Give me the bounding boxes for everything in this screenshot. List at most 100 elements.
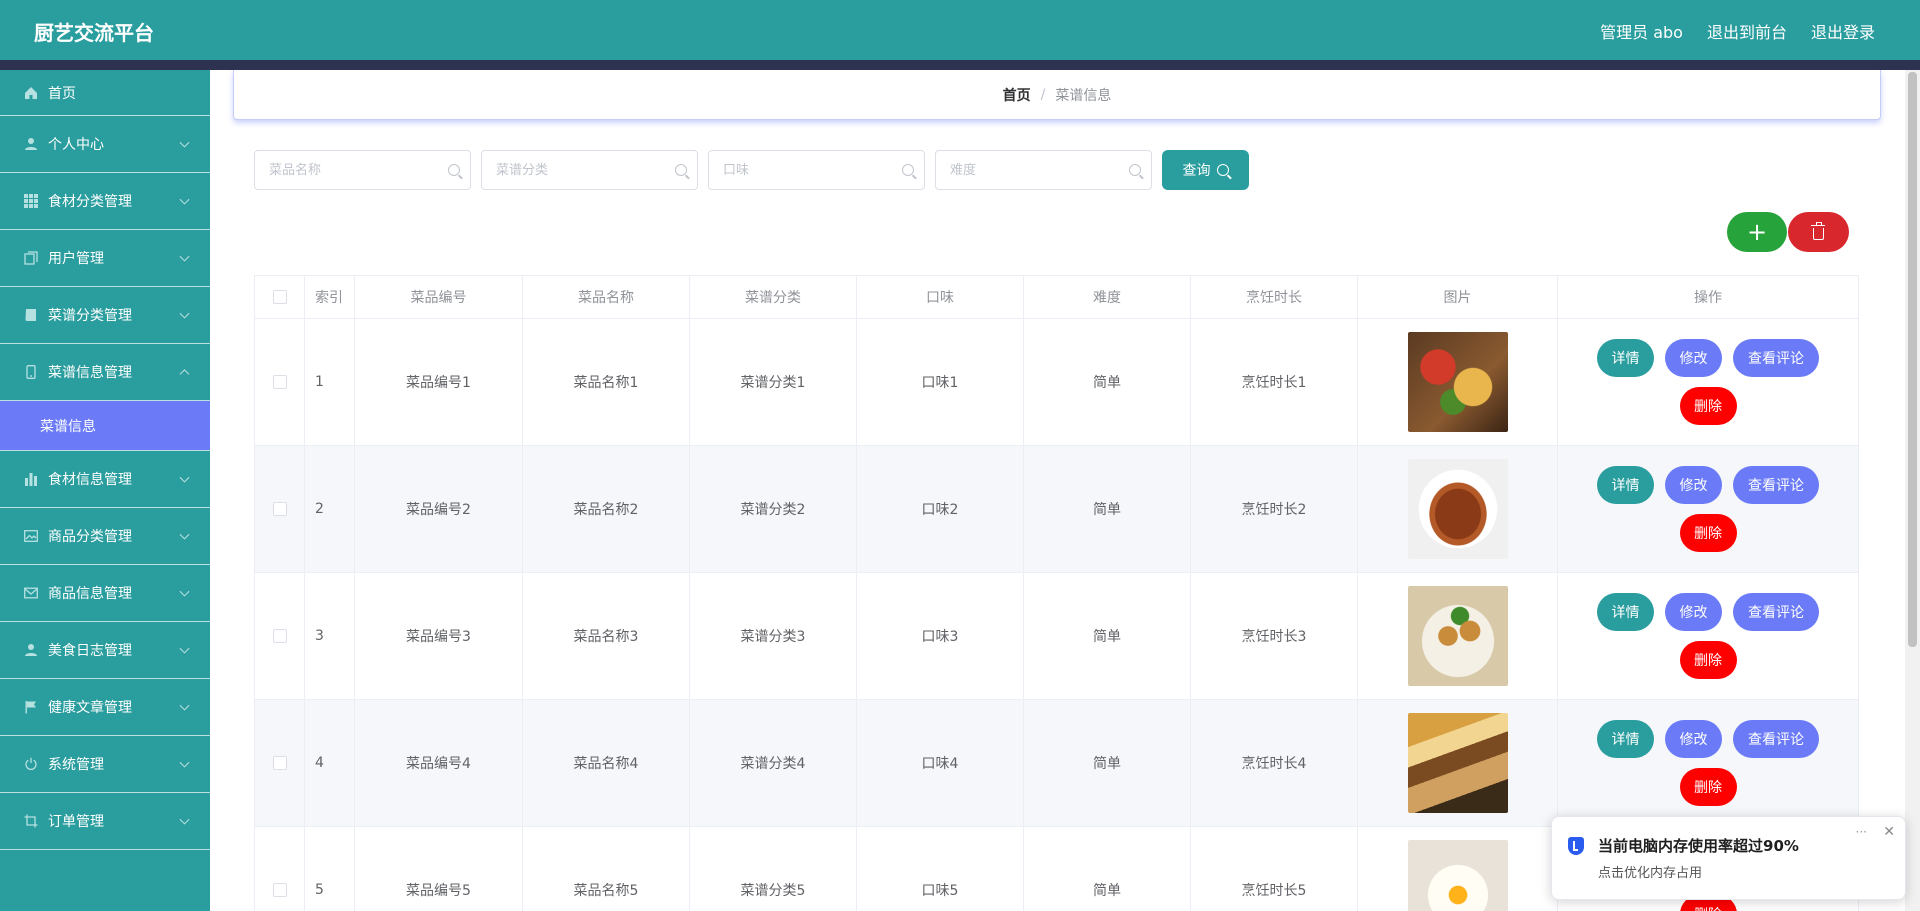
column-header: 菜品编号 <box>354 275 523 319</box>
sidebar-item-label: 菜谱信息管理 <box>48 365 132 381</box>
memory-notification[interactable]: 当前电脑内存使用率超过90% 点击优化内存占用 ··· ✕ <box>1551 816 1906 900</box>
chevron-down-icon <box>179 757 190 768</box>
sidebar-item-product-category[interactable]: 商品分类管理 <box>0 508 210 565</box>
name-cell: 菜品名称3 <box>522 572 690 700</box>
difficulty-search[interactable] <box>935 150 1152 190</box>
row-checkbox[interactable] <box>272 502 287 516</box>
recipe-category-input[interactable] <box>482 151 697 189</box>
view-comments-button[interactable]: 查看评论 <box>1733 339 1819 377</box>
edit-button[interactable]: 修改 <box>1665 466 1722 504</box>
breadcrumb-home[interactable]: 首页 <box>1003 85 1031 105</box>
chevron-down-icon <box>179 137 190 148</box>
difficulty-input[interactable] <box>936 151 1151 189</box>
edit-button[interactable]: 修改 <box>1665 593 1722 631</box>
sidebar-item-label: 商品信息管理 <box>48 586 132 602</box>
table-row: 3 菜品编号3 菜品名称3 菜谱分类3 口味3 简单 烹饪时长3 详情 修改 查… <box>254 572 1859 700</box>
name-cell: 菜品名称1 <box>522 318 690 446</box>
batch-delete-button[interactable] <box>1788 212 1849 252</box>
image-cell <box>1357 699 1558 827</box>
logout-link[interactable]: 退出登录 <box>1811 19 1875 43</box>
view-comments-button[interactable]: 查看评论 <box>1733 593 1819 631</box>
view-comments-button[interactable]: 查看评论 <box>1733 720 1819 758</box>
index-cell: 4 <box>304 699 355 827</box>
image-cell <box>1357 826 1558 911</box>
row-select-cell <box>254 826 305 911</box>
dish-image[interactable] <box>1407 459 1508 559</box>
current-user: 管理员 abo <box>1600 23 1683 42</box>
edit-button[interactable]: 修改 <box>1665 339 1722 377</box>
sidebar-item-food-log[interactable]: 美食日志管理 <box>0 622 210 679</box>
image-cell <box>1357 572 1558 700</box>
add-button[interactable]: + <box>1727 212 1787 252</box>
dish-image[interactable] <box>1407 586 1508 686</box>
sidebar-item-ingredient-category[interactable]: 食材分类管理 <box>0 173 210 230</box>
search-icon <box>675 164 687 176</box>
detail-button[interactable]: 详情 <box>1597 593 1654 631</box>
sidebar-item-recipe-info-management[interactable]: 菜谱信息管理 <box>0 344 210 401</box>
detail-button[interactable]: 详情 <box>1597 339 1654 377</box>
index-cell: 2 <box>304 445 355 573</box>
delete-button[interactable]: 删除 <box>1679 514 1737 552</box>
name-cell: 菜品名称4 <box>522 699 690 827</box>
sidebar-item-recipe-category[interactable]: 菜谱分类管理 <box>0 287 210 344</box>
actions-cell: 详情 修改 查看评论 删除 <box>1557 699 1859 827</box>
sidebar-item-health-article[interactable]: 健康文章管理 <box>0 679 210 736</box>
code-cell: 菜品编号1 <box>354 318 523 446</box>
row-checkbox[interactable] <box>272 375 287 389</box>
taste-cell: 口味3 <box>856 572 1024 700</box>
search-icon <box>1216 164 1229 176</box>
sidebar-item-label: 菜谱分类管理 <box>48 308 132 324</box>
breadcrumb-separator: / <box>1040 86 1046 103</box>
sidebar-item-personal-center[interactable]: 个人中心 <box>0 116 210 173</box>
edit-button[interactable]: 修改 <box>1665 720 1722 758</box>
vertical-scrollbar[interactable] <box>1905 70 1920 911</box>
dish-name-search[interactable] <box>254 150 471 190</box>
dish-name-input[interactable] <box>255 151 470 189</box>
close-icon[interactable]: ✕ <box>1883 824 1895 840</box>
sidebar-item-home[interactable]: 首页 <box>0 70 210 116</box>
detail-button[interactable]: 详情 <box>1597 466 1654 504</box>
search-icon <box>448 164 460 176</box>
difficulty-cell: 简单 <box>1023 826 1191 911</box>
query-button[interactable]: 查询 <box>1162 150 1249 190</box>
dish-image[interactable] <box>1407 840 1508 911</box>
notification-title: 当前电脑内存使用率超过90% <box>1598 837 1799 855</box>
bar-chart-icon <box>24 472 38 486</box>
difficulty-cell: 简单 <box>1023 699 1191 827</box>
sidebar-item-product-info[interactable]: 商品信息管理 <box>0 565 210 622</box>
sidebar-item-ingredient-info[interactable]: 食材信息管理 <box>0 451 210 508</box>
sidebar-item-label: 美食日志管理 <box>48 643 132 659</box>
delete-button[interactable]: 删除 <box>1679 387 1737 425</box>
delete-button[interactable]: 删除 <box>1679 641 1737 679</box>
exit-to-front-link[interactable]: 退出到前台 <box>1707 19 1787 43</box>
dish-image[interactable] <box>1407 332 1508 432</box>
index-cell: 5 <box>304 826 355 911</box>
taste-search[interactable] <box>708 150 925 190</box>
chevron-down-icon <box>179 472 190 483</box>
row-select-cell <box>254 572 305 700</box>
sidebar-item-system[interactable]: 系统管理 <box>0 736 210 793</box>
row-checkbox[interactable] <box>272 883 287 897</box>
sidebar-item-user-management[interactable]: 用户管理 <box>0 230 210 287</box>
view-comments-button[interactable]: 查看评论 <box>1733 466 1819 504</box>
row-checkbox[interactable] <box>272 756 287 770</box>
header-divider <box>0 60 1920 70</box>
more-options-icon[interactable]: ··· <box>1856 825 1867 839</box>
dish-image[interactable] <box>1407 713 1508 813</box>
row-checkbox[interactable] <box>272 629 287 643</box>
detail-button[interactable]: 详情 <box>1597 720 1654 758</box>
select-all-checkbox[interactable] <box>272 290 287 304</box>
row-select-cell <box>254 699 305 827</box>
taste-input[interactable] <box>709 151 924 189</box>
sidebar-item-orders[interactable]: 订单管理 <box>0 793 210 850</box>
chevron-down-icon <box>179 194 190 205</box>
scrollbar-thumb[interactable] <box>1908 72 1917 647</box>
sidebar-subitem-recipe-info[interactable]: 菜谱信息 <box>0 401 210 451</box>
recipe-category-search[interactable] <box>481 150 698 190</box>
breadcrumb: 首页 / 菜谱信息 <box>233 70 1881 120</box>
delete-button[interactable]: 删除 <box>1679 768 1737 806</box>
notification-subtitle[interactable]: 点击优化内存占用 <box>1598 862 1702 881</box>
actions-cell: 详情 修改 查看评论 删除 <box>1557 445 1859 573</box>
row-select-cell <box>254 445 305 573</box>
sidebar-item-label: 健康文章管理 <box>48 700 132 716</box>
